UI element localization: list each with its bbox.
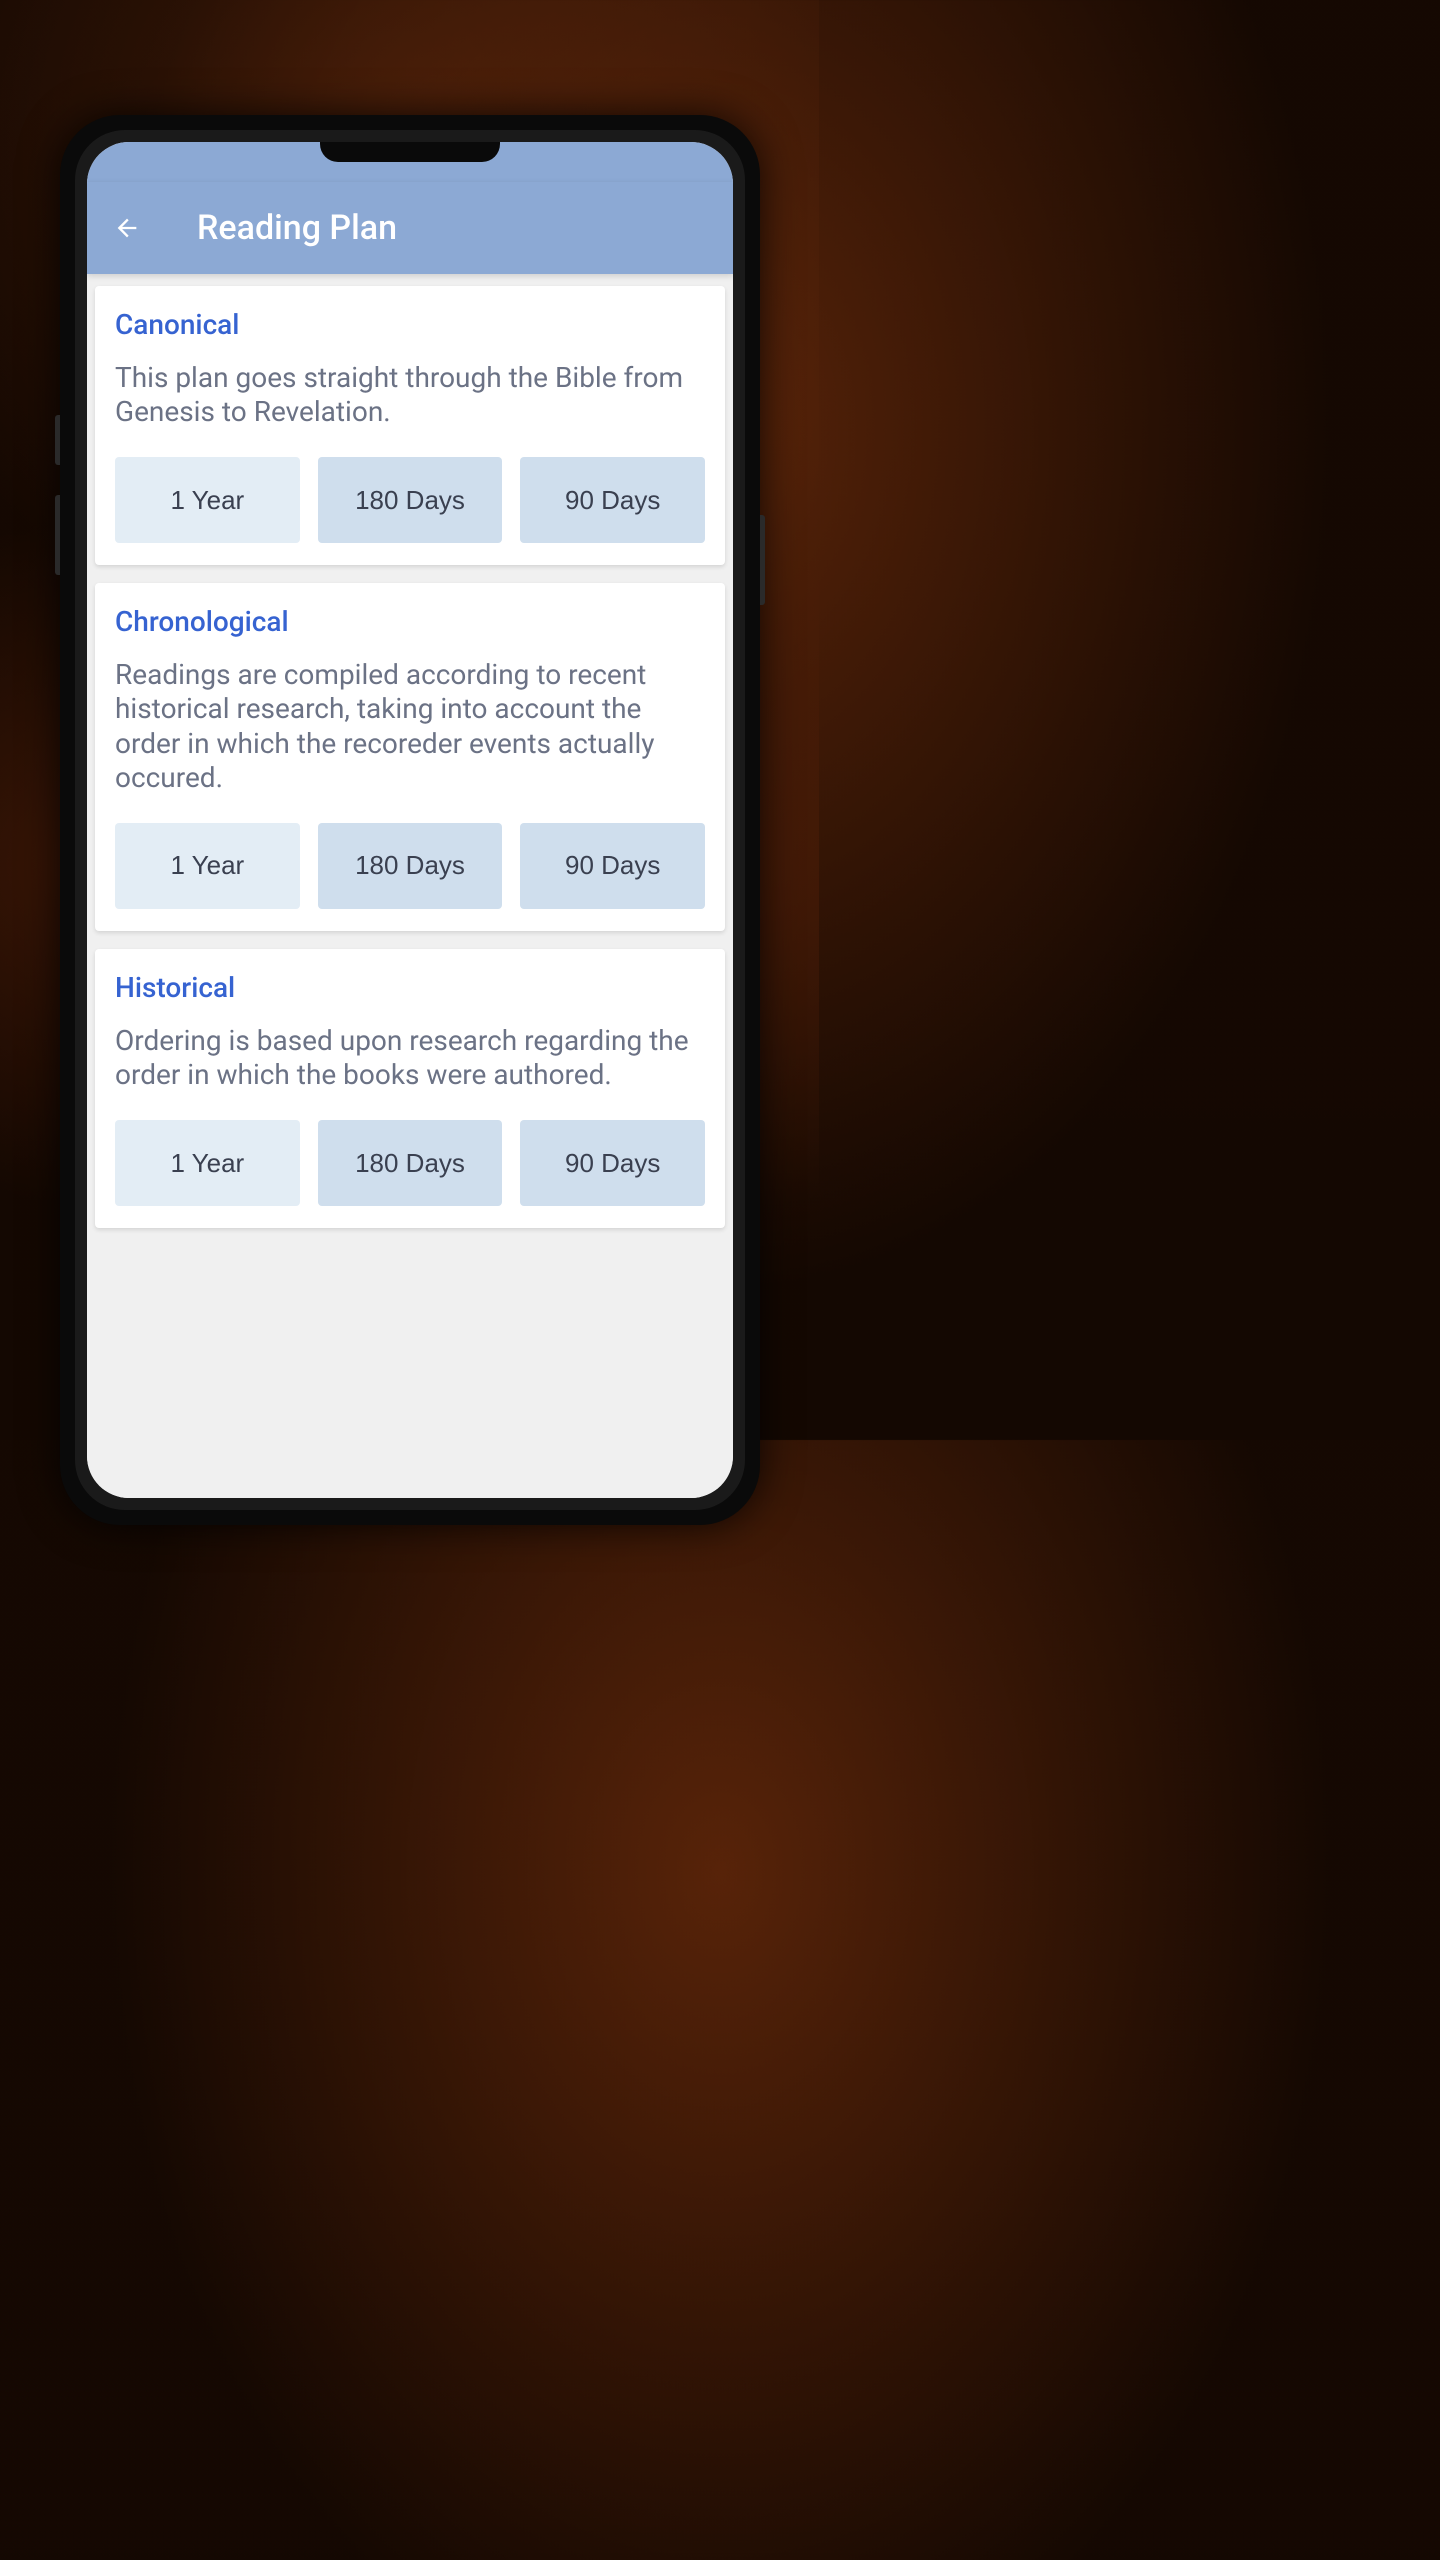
phone-side-button [760, 515, 765, 605]
duration-button-1year[interactable]: 1 Year [115, 1120, 300, 1206]
plan-title: Canonical [115, 308, 705, 341]
phone-screen: Reading Plan Canonical This plan goes st… [87, 142, 733, 1498]
phone-notch [320, 142, 500, 162]
duration-button-row: 1 Year 180 Days 90 Days [115, 1120, 705, 1206]
plan-description: Ordering is based upon research regardin… [115, 1024, 705, 1092]
app-bar: Reading Plan [87, 182, 733, 274]
plan-description: Readings are compiled according to recen… [115, 658, 705, 795]
phone-frame: Reading Plan Canonical This plan goes st… [60, 115, 760, 1525]
duration-button-1year[interactable]: 1 Year [115, 823, 300, 909]
plan-title: Historical [115, 971, 705, 1004]
duration-button-90days[interactable]: 90 Days [520, 823, 705, 909]
duration-button-row: 1 Year 180 Days 90 Days [115, 823, 705, 909]
back-button[interactable] [107, 208, 147, 248]
duration-button-180days[interactable]: 180 Days [318, 1120, 503, 1206]
duration-button-1year[interactable]: 1 Year [115, 457, 300, 543]
duration-button-90days[interactable]: 90 Days [520, 457, 705, 543]
plan-title: Chronological [115, 605, 705, 638]
duration-button-row: 1 Year 180 Days 90 Days [115, 457, 705, 543]
plan-card-chronological: Chronological Readings are compiled acco… [95, 583, 725, 931]
plan-card-historical: Historical Ordering is based upon resear… [95, 949, 725, 1228]
content-area: Canonical This plan goes straight throug… [87, 274, 733, 1498]
duration-button-90days[interactable]: 90 Days [520, 1120, 705, 1206]
phone-border: Reading Plan Canonical This plan goes st… [75, 130, 745, 1510]
phone-side-button [55, 415, 60, 465]
plan-description: This plan goes straight through the Bibl… [115, 361, 705, 429]
duration-button-180days[interactable]: 180 Days [318, 823, 503, 909]
phone-side-button [55, 495, 60, 575]
page-title: Reading Plan [197, 208, 397, 248]
plan-card-canonical: Canonical This plan goes straight throug… [95, 286, 725, 565]
duration-button-180days[interactable]: 180 Days [318, 457, 503, 543]
back-arrow-icon [113, 214, 141, 242]
